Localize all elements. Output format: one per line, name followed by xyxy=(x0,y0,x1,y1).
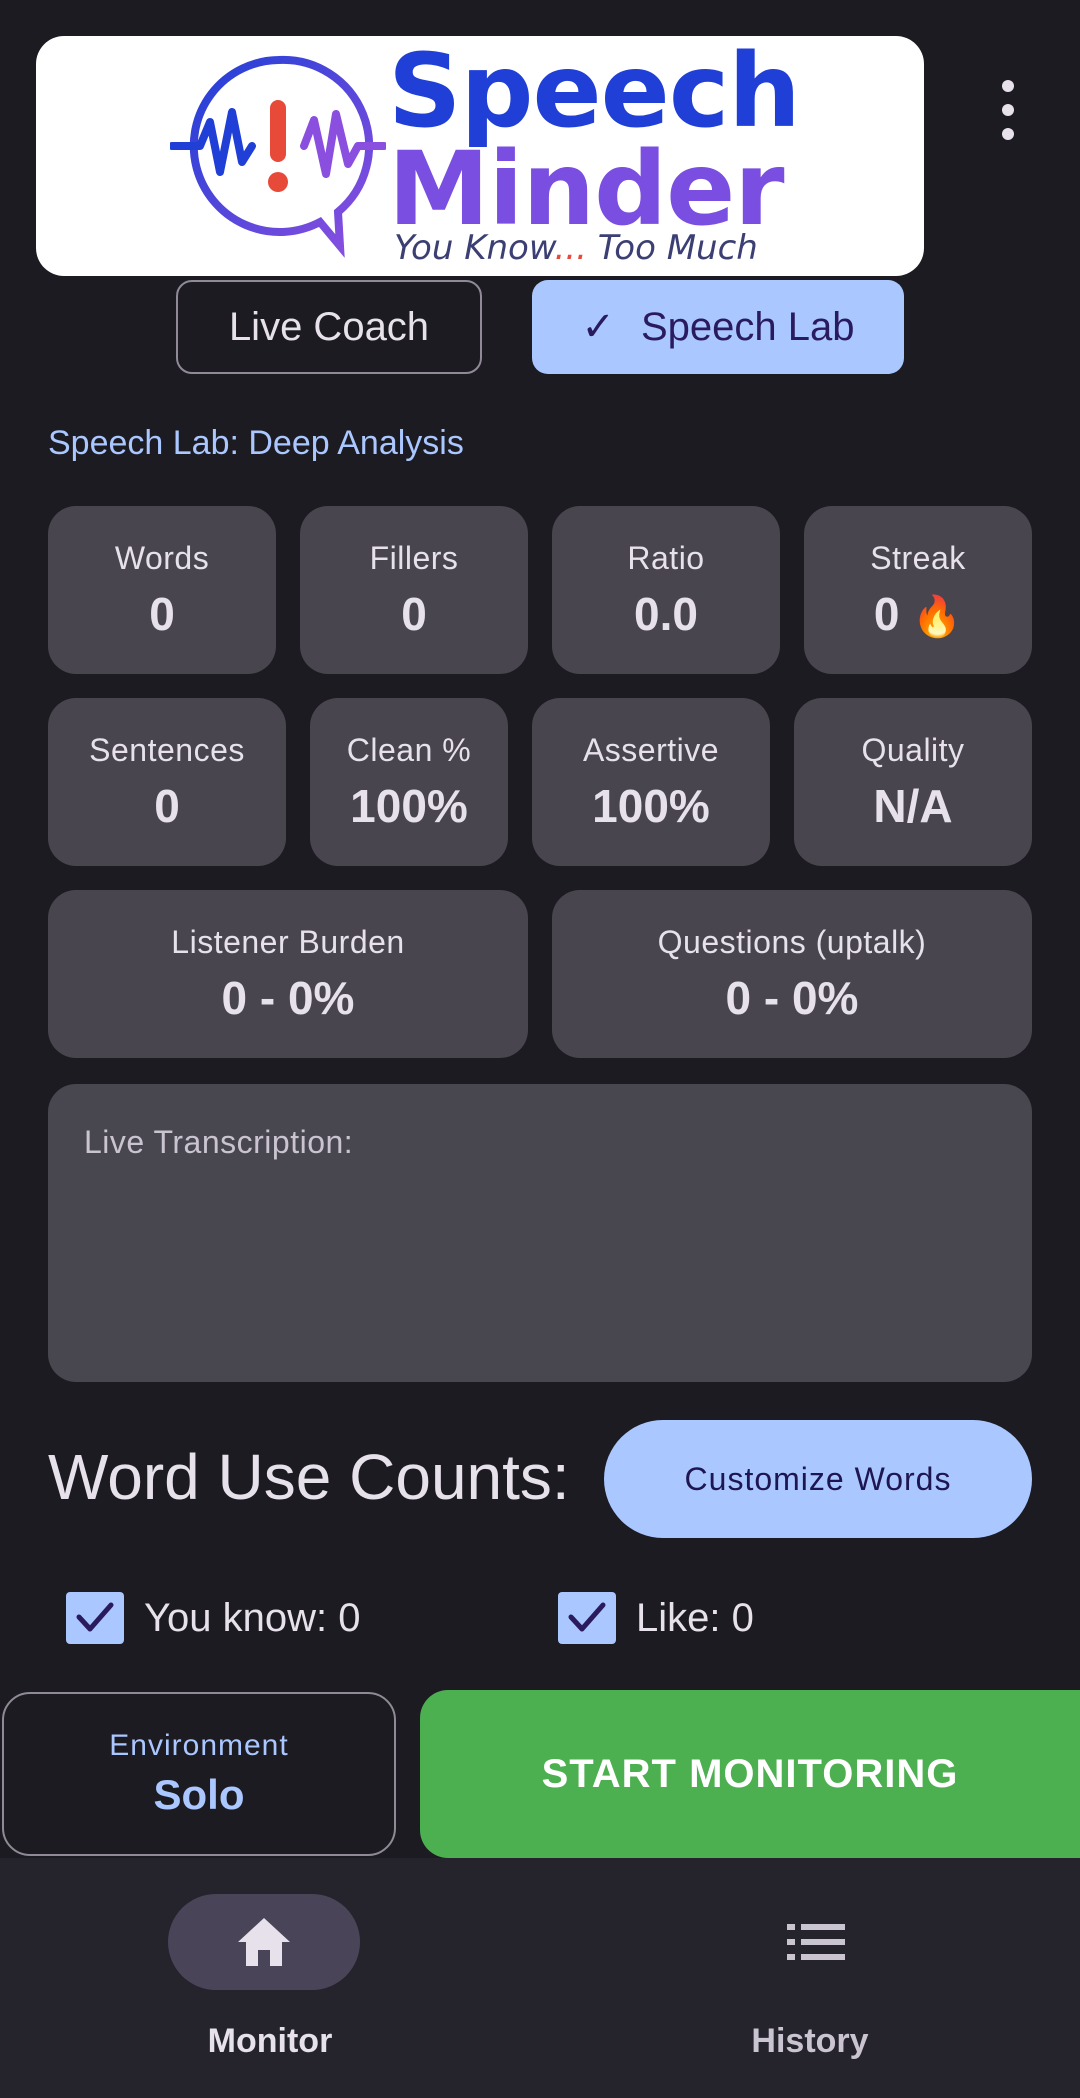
nav-item-history[interactable]: History xyxy=(540,1858,1080,2098)
start-monitoring-button[interactable]: START MONITORING xyxy=(420,1690,1080,1858)
stat-value: 0 xyxy=(401,587,427,640)
bottom-navigation: Monitor History xyxy=(0,1858,1080,2098)
stat-card-clean: Clean % 100% xyxy=(310,698,508,866)
segment-live-coach-label: Live Coach xyxy=(228,304,430,349)
segment-speech-lab[interactable]: ✓ Speech Lab xyxy=(532,280,904,374)
checkbox-label: You know: 0 xyxy=(144,1595,361,1640)
home-icon[interactable] xyxy=(168,1894,360,1990)
stat-card-quality: Quality N/A xyxy=(794,698,1032,866)
stat-card-words: Words 0 xyxy=(48,506,276,674)
stat-card-assertive: Assertive 100% xyxy=(532,698,770,866)
stat-label: Assertive xyxy=(582,731,720,768)
stat-value: 0 - 0% xyxy=(221,971,355,1024)
stat-label: Questions (uptalk) xyxy=(657,923,927,960)
word-checkbox-you-know[interactable]: You know: 0 xyxy=(66,1592,360,1644)
stat-value: 0 🔥 xyxy=(873,587,963,640)
stat-card-sentences: Sentences 0 xyxy=(48,698,286,866)
stat-value: 0.0 xyxy=(634,587,698,640)
stat-card-listener-burden: Listener Burden 0 - 0% xyxy=(48,890,528,1058)
app-root: Speech Minder You Know... Too Much Live … xyxy=(0,0,1080,2098)
list-icon[interactable] xyxy=(720,1894,912,1990)
word-use-title: Word Use Counts: xyxy=(48,1441,570,1513)
stat-label: Ratio xyxy=(627,539,705,576)
stat-label: Quality xyxy=(861,731,965,768)
checkbox-label: Like: 0 xyxy=(636,1595,754,1640)
speech-bubble-waveform-icon xyxy=(170,55,386,258)
environment-button[interactable]: Environment Solo xyxy=(2,1692,396,1856)
stat-value: N/A xyxy=(873,779,953,832)
stat-card-streak: Streak 0 🔥 xyxy=(804,506,1032,674)
stat-label: Streak xyxy=(870,539,966,576)
app-logo: Speech Minder You Know... Too Much xyxy=(36,36,924,276)
stat-label: Fillers xyxy=(369,539,459,576)
nav-item-monitor[interactable]: Monitor xyxy=(0,1858,540,2098)
checkbox-checked-icon[interactable] xyxy=(66,1592,124,1644)
customize-words-button[interactable]: Customize Words xyxy=(604,1420,1032,1538)
stat-label: Clean % xyxy=(346,731,472,768)
stat-value: 0 - 0% xyxy=(725,971,859,1024)
stat-card-fillers: Fillers 0 xyxy=(300,506,528,674)
environment-label: Environment xyxy=(109,1729,289,1762)
stat-label: Listener Burden xyxy=(171,923,405,960)
check-icon: ✓ xyxy=(581,305,615,349)
nav-label: History xyxy=(751,2022,869,2060)
segment-live-coach[interactable]: Live Coach xyxy=(176,280,482,374)
stat-card-questions: Questions (uptalk) 0 - 0% xyxy=(552,890,1032,1058)
word-checkbox-like[interactable]: Like: 0 xyxy=(558,1592,754,1644)
stat-value: 100% xyxy=(592,779,710,832)
logo-tagline: You Know... Too Much xyxy=(394,228,758,268)
stat-card-ratio: Ratio 0.0 xyxy=(552,506,780,674)
fire-icon: 🔥 xyxy=(912,594,963,639)
stat-value: 0 xyxy=(149,587,175,640)
environment-value: Solo xyxy=(153,1771,245,1818)
section-title: Speech Lab: Deep Analysis xyxy=(48,424,464,462)
checkbox-checked-icon[interactable] xyxy=(558,1592,616,1644)
segment-speech-lab-label: Speech Lab xyxy=(641,304,855,349)
stat-label: Words xyxy=(114,539,210,576)
stat-value: 0 xyxy=(154,779,180,832)
stat-value: 100% xyxy=(350,779,468,832)
live-transcription-panel[interactable]: Live Transcription: xyxy=(48,1084,1032,1382)
nav-label: Monitor xyxy=(207,2022,333,2060)
stat-label: Sentences xyxy=(89,731,245,768)
overflow-menu-icon[interactable] xyxy=(984,80,1032,140)
transcription-label: Live Transcription: xyxy=(84,1124,354,1160)
